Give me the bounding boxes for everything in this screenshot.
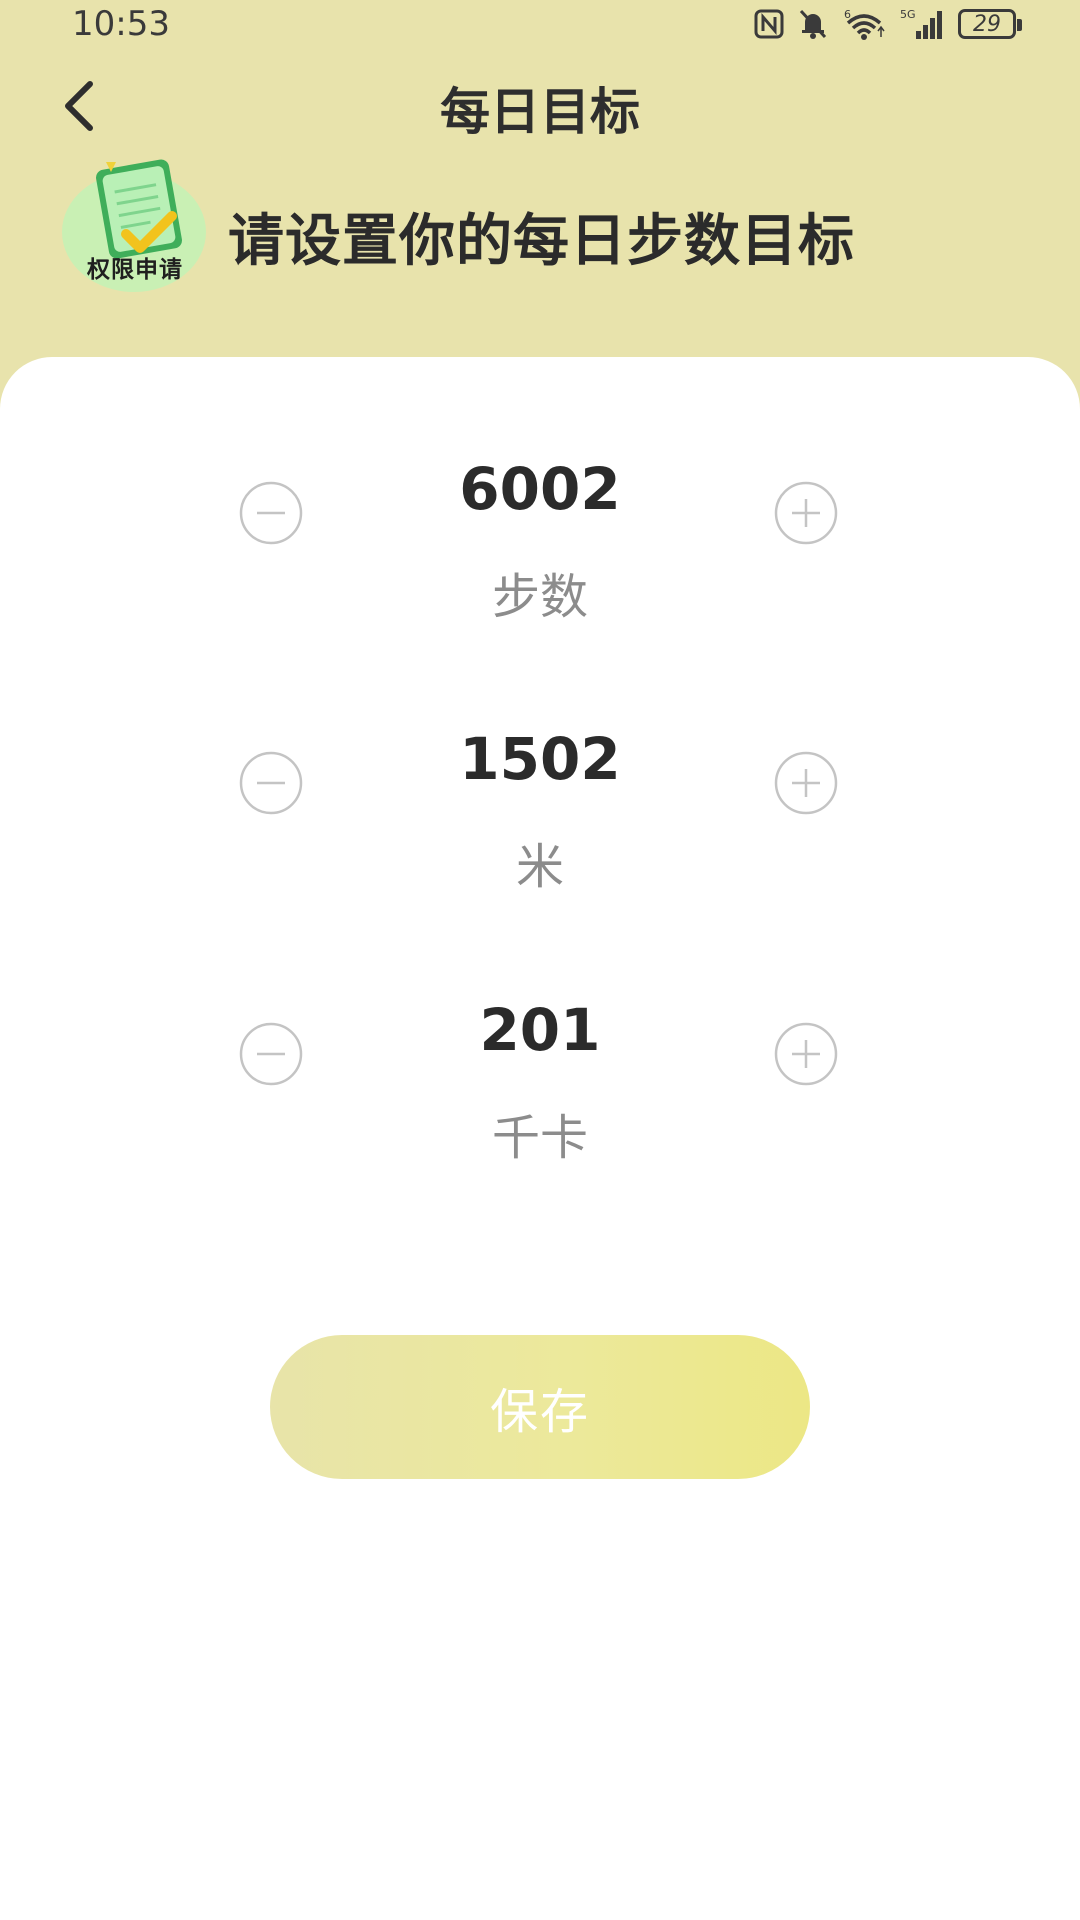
permission-badge-label: 权限申请: [87, 257, 183, 283]
signal-5g-icon: 5G: [900, 7, 944, 41]
page-title: 每日目标: [440, 83, 640, 141]
permission-badge: 权限申请: [60, 158, 210, 298]
nfc-icon: [754, 9, 784, 39]
wifi-6-icon: 6: [842, 7, 886, 41]
svg-text:6: 6: [844, 8, 851, 21]
status-bar: 10:53 6 5G 29: [0, 0, 1080, 48]
status-icons: 6 5G 29: [754, 6, 1022, 42]
decrease-steps-button[interactable]: [239, 481, 303, 545]
steps-goal-value: 6002: [459, 455, 621, 523]
distance-goal-unit: 米: [515, 839, 564, 895]
distance-goal-stepper: 1502 米: [0, 725, 1080, 925]
decrease-calories-button[interactable]: [239, 1022, 303, 1086]
calories-goal-stepper: 201 千卡: [0, 996, 1080, 1196]
calories-goal-value: 201: [479, 996, 601, 1064]
status-time: 10:53: [72, 4, 170, 44]
steps-goal-unit: 步数: [491, 569, 588, 625]
save-button[interactable]: 保存: [270, 1335, 810, 1479]
battery-level: 29: [973, 11, 1001, 37]
bell-off-icon: [798, 8, 828, 40]
decrease-distance-button[interactable]: [239, 751, 303, 815]
increase-distance-button[interactable]: [774, 751, 838, 815]
svg-text:5G: 5G: [900, 8, 916, 21]
distance-goal-value: 1502: [459, 725, 621, 793]
daily-goal-screen: 10:53 6 5G 29 每日目标 权限申请 请设置你的每日步数目标 6002…: [0, 0, 1080, 1920]
increase-steps-button[interactable]: [774, 481, 838, 545]
prompt-text: 请设置你的每日步数目标: [228, 209, 855, 274]
battery-icon: 29: [958, 9, 1022, 39]
steps-goal-stepper: 6002 步数: [0, 455, 1080, 655]
calories-goal-unit: 千卡: [491, 1110, 588, 1166]
increase-calories-button[interactable]: [774, 1022, 838, 1086]
